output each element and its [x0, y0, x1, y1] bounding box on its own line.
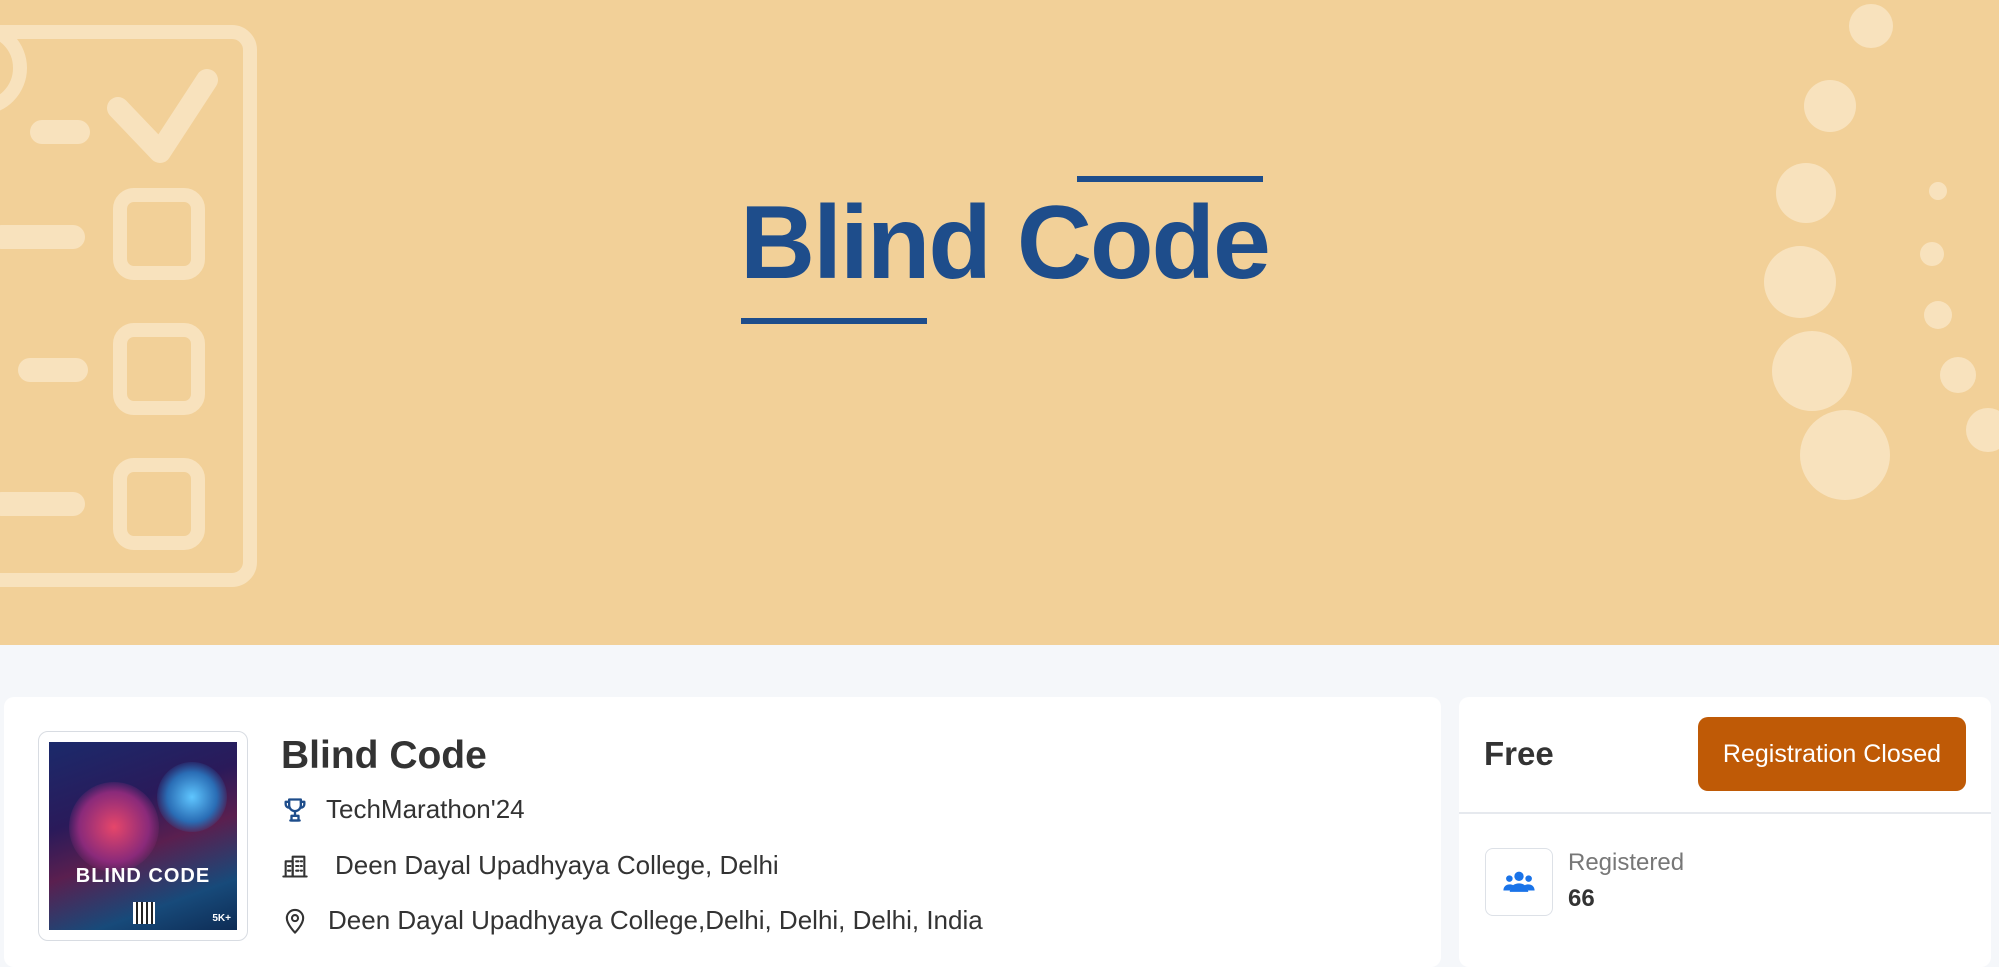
event-banner: Blind Code [0, 0, 1999, 645]
users-icon [1503, 871, 1535, 892]
event-price: Free [1484, 735, 1554, 772]
poster-image: BLIND CODE 5K+ [49, 742, 237, 930]
poster-planet [157, 762, 227, 832]
banner-decoration [0, 4, 1999, 587]
event-title: Blind Code [281, 734, 487, 777]
registration-divider [1459, 812, 1991, 814]
registration-closed-button[interactable]: Registration Closed [1698, 717, 1966, 791]
location-row: Deen Dayal Upadhyaya College,Delhi, Delh… [281, 905, 983, 936]
banner-title: Blind Code [740, 185, 1271, 301]
registered-count: 66 [1568, 885, 1595, 912]
trophy-icon [284, 797, 306, 822]
festival-name[interactable]: TechMarathon'24 [326, 794, 525, 825]
college-name: Deen Dayal Upadhyaya College, Delhi [335, 850, 779, 880]
poster-qr-code [133, 902, 155, 924]
banner-title-accent-bottom [741, 318, 927, 324]
registered-icon-box [1485, 848, 1553, 916]
poster-badge: 5K+ [212, 913, 231, 924]
map-pin-icon [285, 908, 305, 934]
festival-row: TechMarathon'24 [281, 794, 525, 825]
registered-label: Registered [1568, 849, 1685, 876]
building-icon [282, 855, 308, 878]
poster-glow [69, 782, 159, 872]
banner-title-accent-top [1077, 176, 1263, 182]
event-poster[interactable]: BLIND CODE 5K+ [38, 731, 248, 941]
poster-title: BLIND CODE [75, 865, 211, 887]
event-location: Deen Dayal Upadhyaya College,Delhi, Delh… [328, 905, 983, 935]
college-row: Deen Dayal Upadhyaya College, Delhi [281, 850, 779, 881]
